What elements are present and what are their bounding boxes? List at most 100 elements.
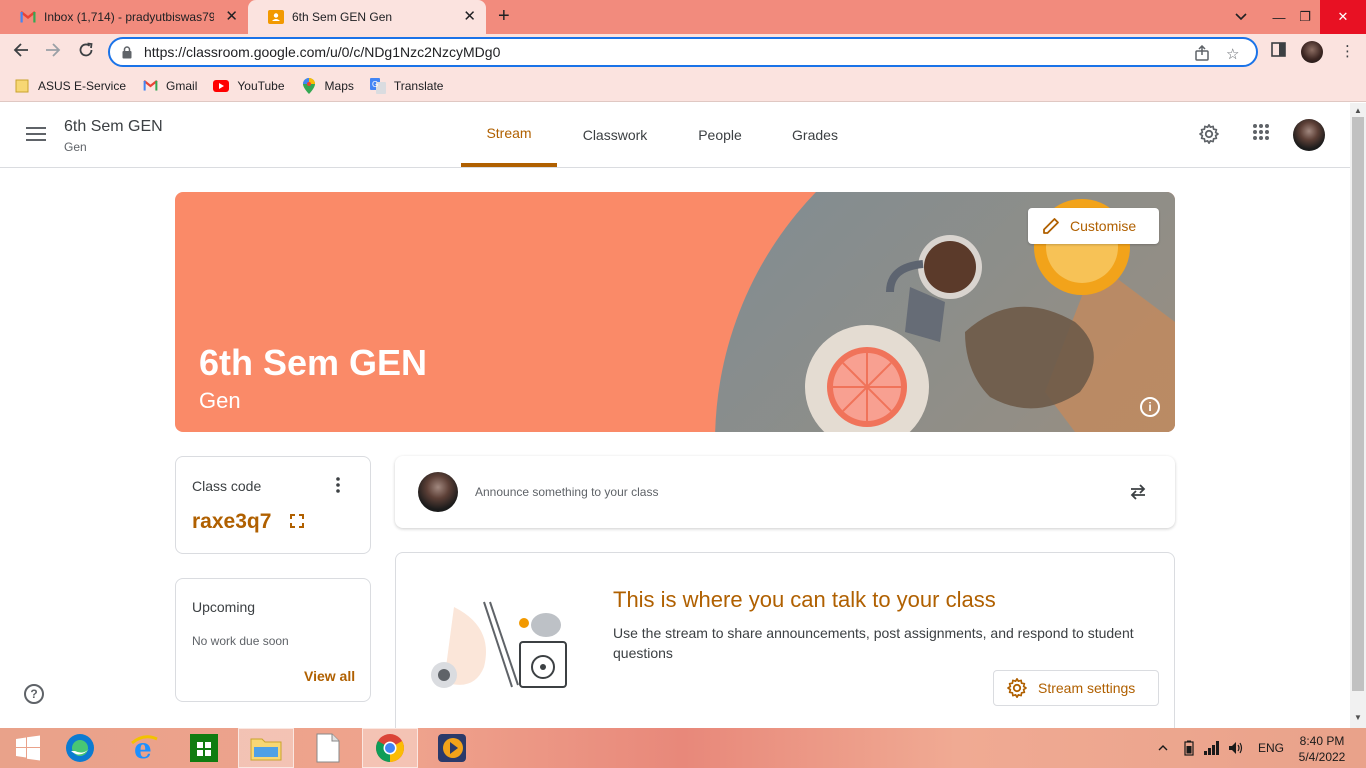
classroom-icon — [268, 9, 284, 25]
bookmark-label: Maps — [324, 78, 354, 93]
stream-intro-description: Use the stream to share announcements, p… — [613, 625, 1134, 661]
system-clock[interactable]: 8:40 PM 5/4/2022 — [1290, 733, 1354, 765]
announce-card[interactable]: Announce something to your class — [395, 456, 1175, 528]
scroll-up-arrow-icon[interactable]: ▲ — [1354, 106, 1362, 115]
window-close-icon[interactable]: ✕ — [1320, 0, 1366, 34]
class-section: Gen — [64, 140, 87, 154]
blank-file-icon[interactable] — [300, 728, 356, 768]
bookmark-translate[interactable]: G Translate — [369, 77, 444, 94]
restore-icon[interactable]: ❐ — [1290, 0, 1320, 34]
network-signal-icon[interactable] — [1204, 728, 1220, 768]
user-avatar — [418, 472, 458, 512]
info-icon[interactable]: i — [1140, 397, 1160, 417]
bookmark-label: Gmail — [166, 78, 198, 93]
bookmark-asus-eservice[interactable]: ASUS E-Service — [14, 78, 126, 94]
close-icon[interactable]: ✕ — [463, 9, 476, 24]
browser-profile-avatar[interactable] — [1301, 41, 1323, 63]
pencil-icon — [1043, 218, 1059, 234]
edge-icon[interactable] — [52, 728, 108, 768]
tab-title: Inbox (1,714) - pradyutbiswas79@ — [44, 10, 214, 24]
translate-icon: G — [369, 77, 386, 94]
upcoming-card: Upcoming No work due soon View all — [175, 578, 371, 702]
upcoming-label: Upcoming — [192, 599, 256, 615]
class-settings-gear-icon[interactable] — [1198, 123, 1220, 150]
clock-date: 5/4/2022 — [1298, 750, 1346, 764]
tab-title: 6th Sem GEN Gen — [292, 10, 393, 24]
tab-stream[interactable]: Stream — [461, 103, 557, 167]
address-bar[interactable]: https://classroom.google.com/u/0/c/NDg1N… — [108, 37, 1258, 67]
chrome-icon[interactable] — [362, 728, 418, 768]
stream-intro-card: This is where you can talk to your class… — [395, 552, 1175, 742]
maps-icon — [301, 77, 317, 94]
class-banner: 6th Sem GEN Gen Customise i — [175, 192, 1175, 432]
reload-icon[interactable] — [78, 42, 94, 63]
start-windows-icon[interactable] — [0, 728, 56, 768]
browser-menu-icon[interactable]: ⋮ — [1340, 42, 1355, 60]
bookmark-label: YouTube — [237, 78, 285, 93]
youtube-icon — [213, 78, 230, 94]
customise-button[interactable]: Customise — [1028, 208, 1159, 244]
share-icon[interactable] — [1194, 44, 1210, 65]
bookmark-star-icon[interactable]: ☆ — [1226, 45, 1239, 63]
page-scrollbar[interactable]: ▲ ▼ — [1350, 103, 1366, 728]
clock-time: 8:40 PM — [1299, 734, 1345, 748]
tab-classroom[interactable]: 6th Sem GEN Gen ✕ — [248, 0, 486, 34]
new-tab-plus-icon[interactable]: + — [498, 6, 510, 26]
tab-people[interactable]: People — [680, 103, 760, 167]
more-options-icon[interactable] — [336, 477, 340, 498]
bookmark-label: Translate — [393, 78, 444, 93]
file-explorer-icon[interactable] — [238, 728, 294, 768]
class-code-card: Class code raxe3q7 — [175, 456, 371, 554]
stream-intro-title: This is where you can talk to your class — [613, 587, 996, 612]
bookmark-label: ASUS E-Service — [38, 78, 127, 93]
stream-settings-button[interactable]: Stream settings — [993, 670, 1159, 706]
show-hidden-icons-chevron-icon[interactable] — [1158, 728, 1168, 768]
banner-class-section: Gen — [199, 388, 241, 413]
url-text: https://classroom.google.com/u/0/c/NDg1N… — [144, 44, 501, 60]
google-apps-grid-icon[interactable] — [1252, 123, 1270, 146]
back-arrow-icon[interactable] — [13, 42, 29, 63]
tab-classwork[interactable]: Classwork — [567, 103, 663, 167]
help-icon[interactable]: ? — [24, 684, 44, 704]
scroll-down-arrow-icon[interactable]: ▼ — [1354, 713, 1362, 722]
battery-icon[interactable] — [1184, 728, 1194, 768]
side-panel-icon[interactable] — [1271, 42, 1286, 61]
input-language-indicator[interactable]: ENG — [1258, 728, 1284, 768]
folder-icon — [14, 78, 30, 94]
internet-explorer-icon[interactable]: e — [116, 728, 172, 768]
stream-illustration — [431, 601, 567, 688]
lock-icon — [122, 46, 132, 62]
bookmark-maps[interactable]: Maps — [301, 77, 354, 94]
close-icon[interactable]: ✕ — [225, 9, 238, 24]
announce-input[interactable]: Announce something to your class — [475, 485, 658, 499]
media-player-icon[interactable] — [424, 728, 480, 768]
upcoming-empty-text: No work due soon — [192, 634, 289, 648]
svg-text:G: G — [372, 80, 378, 89]
gmail-icon — [142, 78, 158, 94]
class-code-value: raxe3q7 — [192, 510, 272, 533]
class-title[interactable]: 6th Sem GEN — [64, 118, 163, 136]
bookmark-gmail[interactable]: Gmail — [142, 78, 197, 94]
fullscreen-expand-icon[interactable] — [290, 514, 304, 533]
browser-tab-strip: Inbox (1,714) - pradyutbiswas79@ ✕ 6th S… — [0, 0, 1366, 34]
stream-settings-label: Stream settings — [1038, 680, 1136, 696]
main-menu-icon[interactable] — [26, 127, 46, 145]
bookmark-youtube[interactable]: YouTube — [213, 78, 285, 94]
bookmarks-bar: ASUS E-Service Gmail YouTube Maps G Tran… — [0, 70, 1366, 102]
repost-icon[interactable] — [1128, 482, 1148, 507]
volume-icon[interactable] — [1228, 728, 1244, 768]
view-all-link[interactable]: View all — [304, 668, 355, 684]
tab-grades[interactable]: Grades — [776, 103, 854, 167]
class-code-label: Class code — [192, 478, 262, 494]
browser-toolbar: https://classroom.google.com/u/0/c/NDg1N… — [0, 34, 1366, 70]
banner-class-title: 6th Sem GEN — [199, 342, 428, 383]
scrollbar-thumb[interactable] — [1352, 117, 1364, 691]
gmail-icon — [20, 9, 36, 25]
forward-arrow-icon[interactable] — [45, 42, 61, 63]
classroom-header: 6th Sem GEN Gen Stream Classwork People … — [0, 103, 1350, 168]
banner-illustration — [715, 192, 1175, 432]
tab-search-chevron-icon[interactable] — [1226, 0, 1256, 34]
account-avatar[interactable] — [1293, 119, 1325, 151]
tab-gmail[interactable]: Inbox (1,714) - pradyutbiswas79@ ✕ — [0, 0, 248, 34]
microsoft-store-icon[interactable] — [176, 728, 232, 768]
